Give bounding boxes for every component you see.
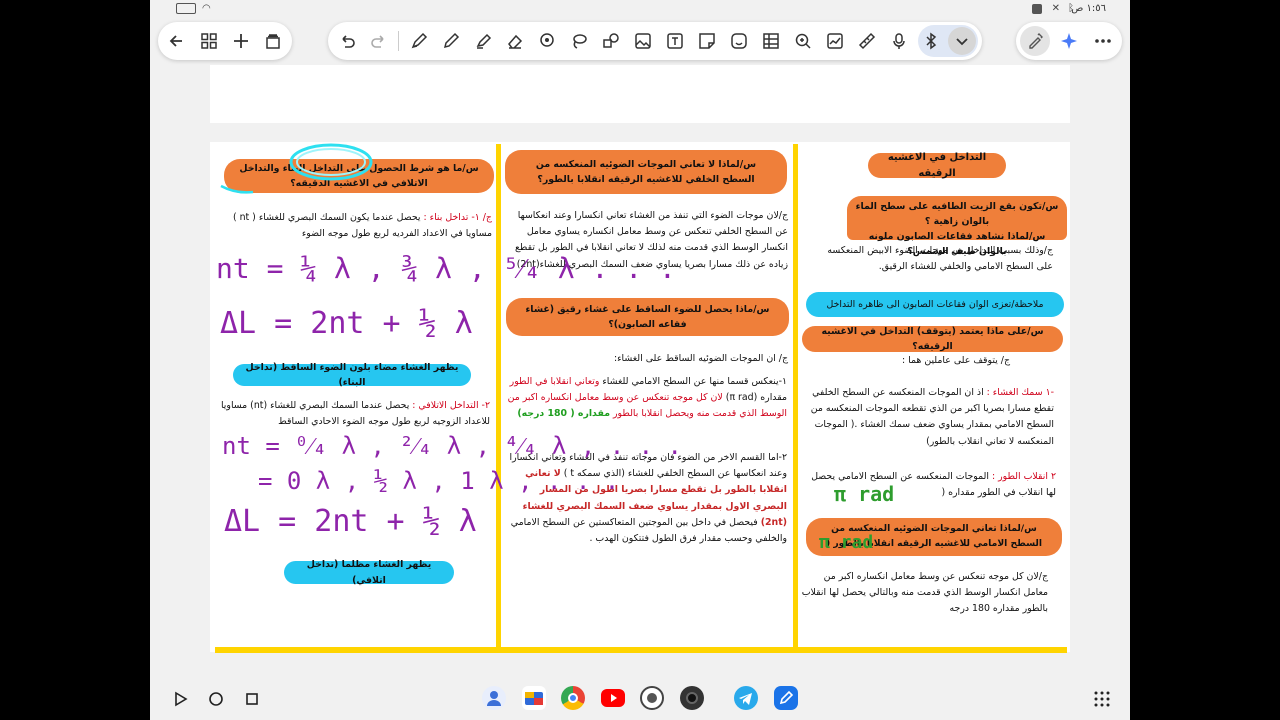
col2-question-incident: س/ماذا يحصل للضوء الساقط على غشاء رقيق (… bbox=[506, 298, 789, 336]
col1-answer3-intro: ج/ يتوقف على عاملين هما : bbox=[901, 355, 1010, 366]
bluetooth-pen-icon[interactable] bbox=[916, 22, 946, 60]
grid-icon[interactable] bbox=[194, 22, 224, 60]
camera-app[interactable] bbox=[640, 686, 664, 710]
battery-icon bbox=[176, 3, 196, 14]
pen2-icon[interactable] bbox=[436, 22, 466, 60]
col3-equation-path-diff-1: ΔL = 2nt + ½ λ bbox=[220, 306, 473, 341]
col1-q1: س/تكون بقع الزيت الطافيه على سطح الماء ب… bbox=[855, 201, 1059, 228]
youtube-app[interactable] bbox=[601, 689, 625, 707]
col1-title: التداخل في الاغشيه الرقيقه bbox=[868, 152, 1006, 179]
textbox-icon[interactable] bbox=[660, 22, 690, 60]
col3-constructive-label: ج/ ١- تداخل بناء : bbox=[423, 212, 492, 223]
tablet-screen: ◠ ✕ ᛒ ١:٥٦ ص التداخل في الاغشيه الرقيقه … bbox=[150, 0, 1130, 720]
col1-factor2-handwritten: π rad bbox=[834, 482, 895, 506]
ruler-icon[interactable] bbox=[852, 22, 882, 60]
lasso2-icon[interactable] bbox=[564, 22, 594, 60]
extra-toolbar bbox=[1016, 22, 1122, 60]
column-divider-left bbox=[496, 144, 501, 649]
col1-answer4: ج/لان كل موجه تنعكس عن وسط معامل انكساره… bbox=[801, 571, 1048, 615]
col2-point1-red: وتعاني انقلابا في الطور bbox=[509, 376, 600, 387]
previous-page bbox=[210, 65, 1070, 123]
pen-icon[interactable] bbox=[404, 22, 434, 60]
col1-question-oil-soap: س/تكون بقع الزيت الطافيه على سطح الماء ب… bbox=[847, 196, 1067, 257]
col2-point1-amount: مقداره (π rad) bbox=[725, 392, 787, 404]
wifi-icon: ◠ bbox=[202, 3, 211, 14]
ai-sparkle-icon[interactable] bbox=[1054, 22, 1084, 60]
toolbar-divider bbox=[398, 31, 399, 51]
chrome-app[interactable] bbox=[561, 686, 585, 710]
back-triangle-icon[interactable] bbox=[170, 689, 190, 709]
cyan-lasso-highlight bbox=[220, 143, 373, 194]
drawing-toolbar bbox=[328, 22, 982, 60]
col3-destructive-label: ٢- التداخل الاتلافي : bbox=[412, 400, 490, 411]
files-app[interactable] bbox=[522, 686, 546, 710]
redo-icon[interactable] bbox=[364, 22, 394, 60]
clock: ١:٥٦ ص bbox=[1071, 3, 1106, 14]
chart-icon[interactable] bbox=[820, 22, 850, 60]
eraser-icon[interactable] bbox=[500, 22, 530, 60]
app-drawer-icon[interactable] bbox=[1092, 689, 1112, 709]
col3-equation-nt-odd: nt = ¼ λ , ¾ λ , ⁵⁄₄ λ . . . bbox=[216, 252, 676, 285]
bottom-border-line bbox=[215, 647, 1067, 653]
shapes-icon[interactable] bbox=[596, 22, 626, 60]
col1-factor1-label: -١ سمك الغشاء : bbox=[986, 387, 1054, 398]
sticker-icon[interactable] bbox=[724, 22, 754, 60]
note-page[interactable]: التداخل في الاغشيه الرقيقه س/تكون بقع ال… bbox=[210, 142, 1070, 653]
notes-app[interactable] bbox=[774, 686, 798, 710]
col3-bright-result: يظهر الغشاء مضاء بلون الضوء الساقط (تداخ… bbox=[233, 362, 471, 388]
col2-point2: ٢-اما القسم الاخر من الضوء فان موجاته تن… bbox=[503, 450, 788, 547]
app-notification-icon bbox=[1032, 4, 1042, 14]
col1-question-depends: س/على ماذا يعتمد (يتوقف) التداخل في الاغ… bbox=[802, 326, 1063, 352]
col3-equation-nt-even-simplified: = 0 λ , ½ λ , 1 λ , . . . bbox=[258, 467, 620, 495]
col1-q4-handwritten: π rad bbox=[819, 532, 874, 553]
plus-icon[interactable] bbox=[226, 22, 256, 60]
chevron-down-icon[interactable] bbox=[947, 22, 977, 60]
col1-factor1: -١ سمك الغشاء : اذ ان الموجات المنعكسه ع… bbox=[802, 385, 1054, 450]
contacts-app[interactable] bbox=[482, 686, 506, 710]
back-arrow-icon[interactable] bbox=[162, 22, 192, 60]
lasso-icon[interactable] bbox=[532, 22, 562, 60]
recents-square-icon[interactable] bbox=[242, 689, 262, 709]
system-nav-bar bbox=[150, 677, 1130, 720]
col3-equation-nt-even: nt = ⁰⁄₄ λ , ²⁄₄ λ , ⁴⁄₄ λ , . . . bbox=[222, 432, 682, 460]
col2-point1-degrees: مقداره ( 180 درجه) bbox=[517, 408, 611, 420]
auto-brush-icon[interactable] bbox=[1020, 22, 1050, 60]
col3-equation-path-diff-2: ΔL = 2nt + ½ λ bbox=[224, 504, 477, 539]
col2-point1: ١-ينعكس قسما منها عن السطح الامامي للغشا… bbox=[503, 374, 787, 423]
image-icon[interactable] bbox=[628, 22, 658, 60]
highlighter-icon[interactable] bbox=[468, 22, 498, 60]
col2-point1-text: ١-ينعكس قسما منها عن السطح الامامي للغشا… bbox=[602, 376, 787, 387]
home-circle-icon[interactable] bbox=[206, 689, 226, 709]
nav-toolbar bbox=[158, 22, 292, 60]
col2-answer2-intro: ج/ ان الموجات الضوئيه الساقط على الغشاء: bbox=[613, 353, 788, 364]
lens-app[interactable] bbox=[680, 686, 704, 710]
col3-destructive: ٢- التداخل الاتلافي : يحصل عندما السمك ا… bbox=[212, 398, 490, 430]
zoom-icon[interactable] bbox=[788, 22, 818, 60]
mic-icon[interactable] bbox=[884, 22, 914, 60]
col1-factor2-label: ٢ انقلاب الطور : bbox=[991, 471, 1056, 482]
more-icon[interactable] bbox=[1088, 22, 1118, 60]
table-icon[interactable] bbox=[756, 22, 786, 60]
undo-icon[interactable] bbox=[332, 22, 362, 60]
col2-point2-conclusion: فيحصل في داخل بين الموجتين المتعاكستين ع… bbox=[510, 516, 787, 544]
col2-question-back-surface: س/لماذا لا تعاني الموجات الضوئيه المنعكس… bbox=[505, 150, 787, 194]
col3-constructive: ج/ ١- تداخل بناء : يحصل عندما يكون السمك… bbox=[214, 210, 492, 242]
col3-dark-result: يظهر الغشاء مظلما (تداخل اتلافي) bbox=[284, 559, 454, 586]
mute-icon: ✕ bbox=[1051, 3, 1060, 14]
col1-note: ملاحظة/تعزى الوان فقاعات الصابون الى ظاه… bbox=[806, 292, 1064, 317]
pages-icon[interactable] bbox=[258, 22, 288, 60]
sticky-note-icon[interactable] bbox=[692, 22, 722, 60]
col1-answer1: ج/وذلك بسبب التداخل بين موجات الضوء الاب… bbox=[827, 245, 1053, 273]
telegram-app[interactable] bbox=[734, 686, 758, 710]
